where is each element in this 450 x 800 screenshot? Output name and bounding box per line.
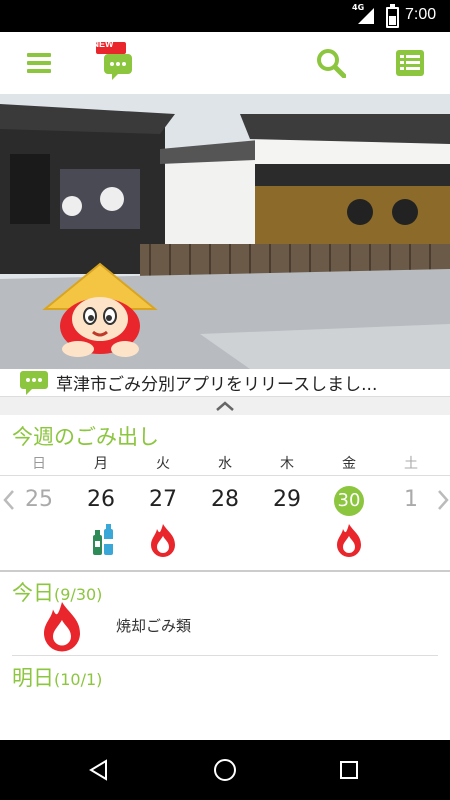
fire-icon [151,524,175,557]
search-icon [317,49,346,78]
search-button[interactable] [300,32,362,94]
menu-button[interactable] [8,32,70,94]
hero-image[interactable] [0,94,450,369]
tomorrow-heading: 明日(10/1) [12,662,102,692]
date-cell[interactable]: 26 [81,487,121,512]
status-bar: 4G 7:00 [0,0,450,32]
divider [12,655,438,656]
chevron-left-icon[interactable] [2,489,16,511]
bottle-icon [93,524,113,555]
battery-icon [386,4,399,28]
recents-button[interactable] [319,740,379,800]
news-text: 草津市ごみ分別アプリをリリースしまし... [56,375,378,395]
news-button[interactable]: NEW [88,32,150,94]
list-button[interactable] [379,32,441,94]
street-scene-image [0,94,450,369]
weekday-sat: 土 [404,456,418,472]
date-cell[interactable]: 28 [205,487,245,512]
week-calendar: 25 26 27 28 29 30 1 [0,475,450,572]
weekday-sun: 日 [32,456,46,472]
date-cell[interactable]: 29 [267,487,307,512]
date-cell[interactable]: 27 [143,487,183,512]
fire-icon [44,602,80,652]
chat-icon [20,370,48,395]
weekday-fri: 金 [342,456,356,472]
app-bar: NEW [0,32,450,94]
date-cell-today[interactable]: 30 [329,490,369,511]
tomorrow-label: 明日 [12,666,54,690]
week-title: 今週のごみ出し [12,425,159,449]
home-button[interactable] [195,740,255,800]
weekday-tue: 火 [156,456,170,472]
weekday-mon: 月 [94,456,108,472]
recents-icon [340,761,358,779]
chevron-up-icon [216,401,234,411]
weekday-thu: 木 [280,456,294,472]
chevron-right-icon[interactable] [436,489,450,511]
weekday-header: 日 月 火 水 木 金 土 [0,451,450,476]
system-nav-bar [0,740,450,800]
today-item-row[interactable] [0,598,450,653]
clock: 7:00 [405,6,437,23]
news-ticker[interactable]: 草津市ごみ分別アプリをリリースしまし... [0,369,450,396]
fire-icon [337,524,361,557]
network-type: 4G [352,3,365,12]
today-garbage-type: 焼却ごみ類 [116,617,192,635]
home-icon [214,759,236,781]
weekday-wed: 水 [218,456,232,472]
back-button[interactable] [69,740,129,800]
list-icon [396,50,424,76]
back-icon [89,759,107,781]
new-badge: NEW [92,39,114,49]
date-cell[interactable]: 25 [19,487,59,512]
date-cell[interactable]: 1 [391,487,431,512]
menu-icon [27,53,51,73]
tomorrow-date: (10/1) [54,670,103,689]
collapse-handle[interactable] [0,396,450,415]
